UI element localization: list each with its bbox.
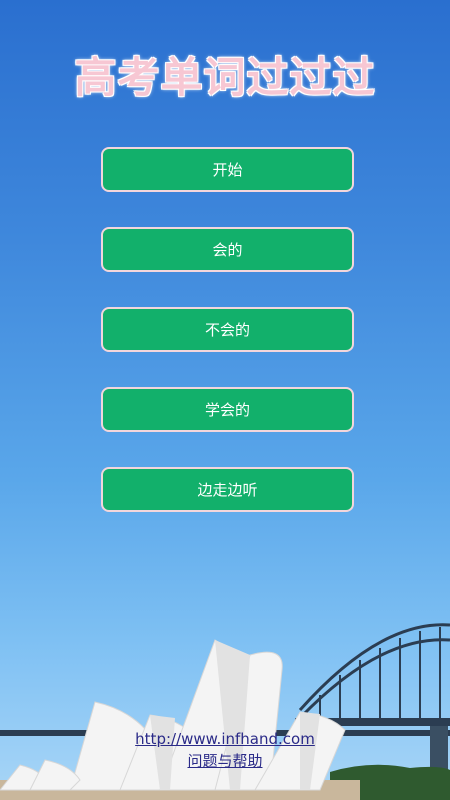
start-button[interactable]: 开始 [101, 147, 354, 192]
footer: http://www.infhand.com 问题与帮助 [0, 728, 450, 772]
app-title: 高考单词过过过 [74, 53, 376, 102]
learned-words-button[interactable]: 学会的 [101, 387, 354, 432]
help-link[interactable]: 问题与帮助 [0, 750, 450, 772]
listen-while-walking-button[interactable]: 边走边听 [101, 467, 354, 512]
website-link[interactable]: http://www.infhand.com [0, 728, 450, 750]
unknown-words-button[interactable]: 不会的 [101, 307, 354, 352]
known-words-button[interactable]: 会的 [101, 227, 354, 272]
main-menu: 开始 会的 不会的 学会的 边走边听 [101, 147, 354, 547]
